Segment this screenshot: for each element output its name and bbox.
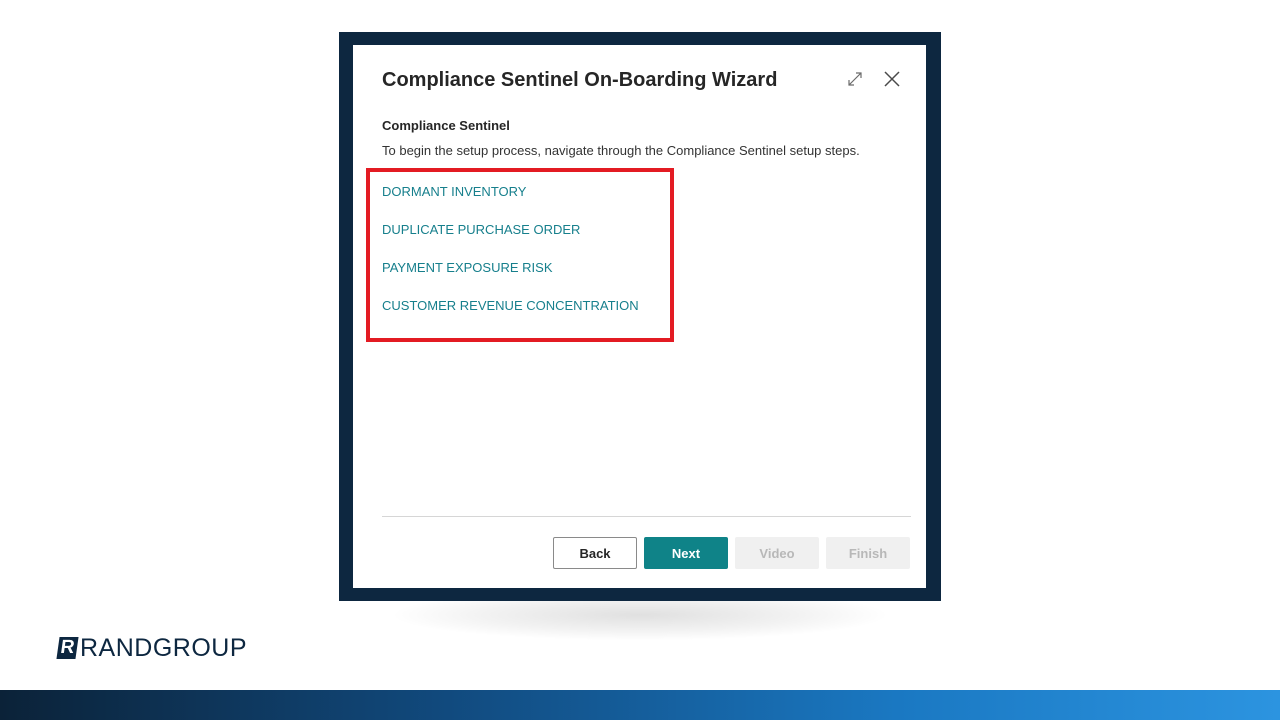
section-title: Compliance Sentinel xyxy=(382,118,510,133)
footer-divider xyxy=(382,516,911,517)
bottom-gradient-bar xyxy=(0,690,1280,720)
step-link-payment-exposure-risk[interactable]: PAYMENT EXPOSURE RISK xyxy=(382,260,639,298)
step-link-duplicate-purchase-order[interactable]: DUPLICATE PURCHASE ORDER xyxy=(382,222,639,260)
brand-group: GROUP xyxy=(152,633,248,662)
next-button[interactable]: Next xyxy=(644,537,728,569)
expand-icon[interactable] xyxy=(845,69,865,89)
step-link-dormant-inventory[interactable]: DORMANT INVENTORY xyxy=(382,184,639,222)
brand-mark: R xyxy=(56,637,79,659)
setup-steps-list: DORMANT INVENTORY DUPLICATE PURCHASE ORD… xyxy=(382,184,639,336)
close-icon[interactable] xyxy=(882,69,902,89)
step-link-customer-revenue-concentration[interactable]: CUSTOMER REVENUE CONCENTRATION xyxy=(382,298,639,336)
brand-rand: RAND xyxy=(80,633,153,662)
dialog-title: Compliance Sentinel On-Boarding Wizard xyxy=(382,69,778,91)
rand-group-logo: R RAND GROUP xyxy=(56,633,248,662)
video-button[interactable]: Video xyxy=(735,537,819,569)
setup-description: To begin the setup process, navigate thr… xyxy=(382,143,860,158)
onboarding-wizard-dialog: Compliance Sentinel On-Boarding Wizard C… xyxy=(353,45,926,588)
finish-button[interactable]: Finish xyxy=(826,537,910,569)
back-button[interactable]: Back xyxy=(553,537,637,569)
